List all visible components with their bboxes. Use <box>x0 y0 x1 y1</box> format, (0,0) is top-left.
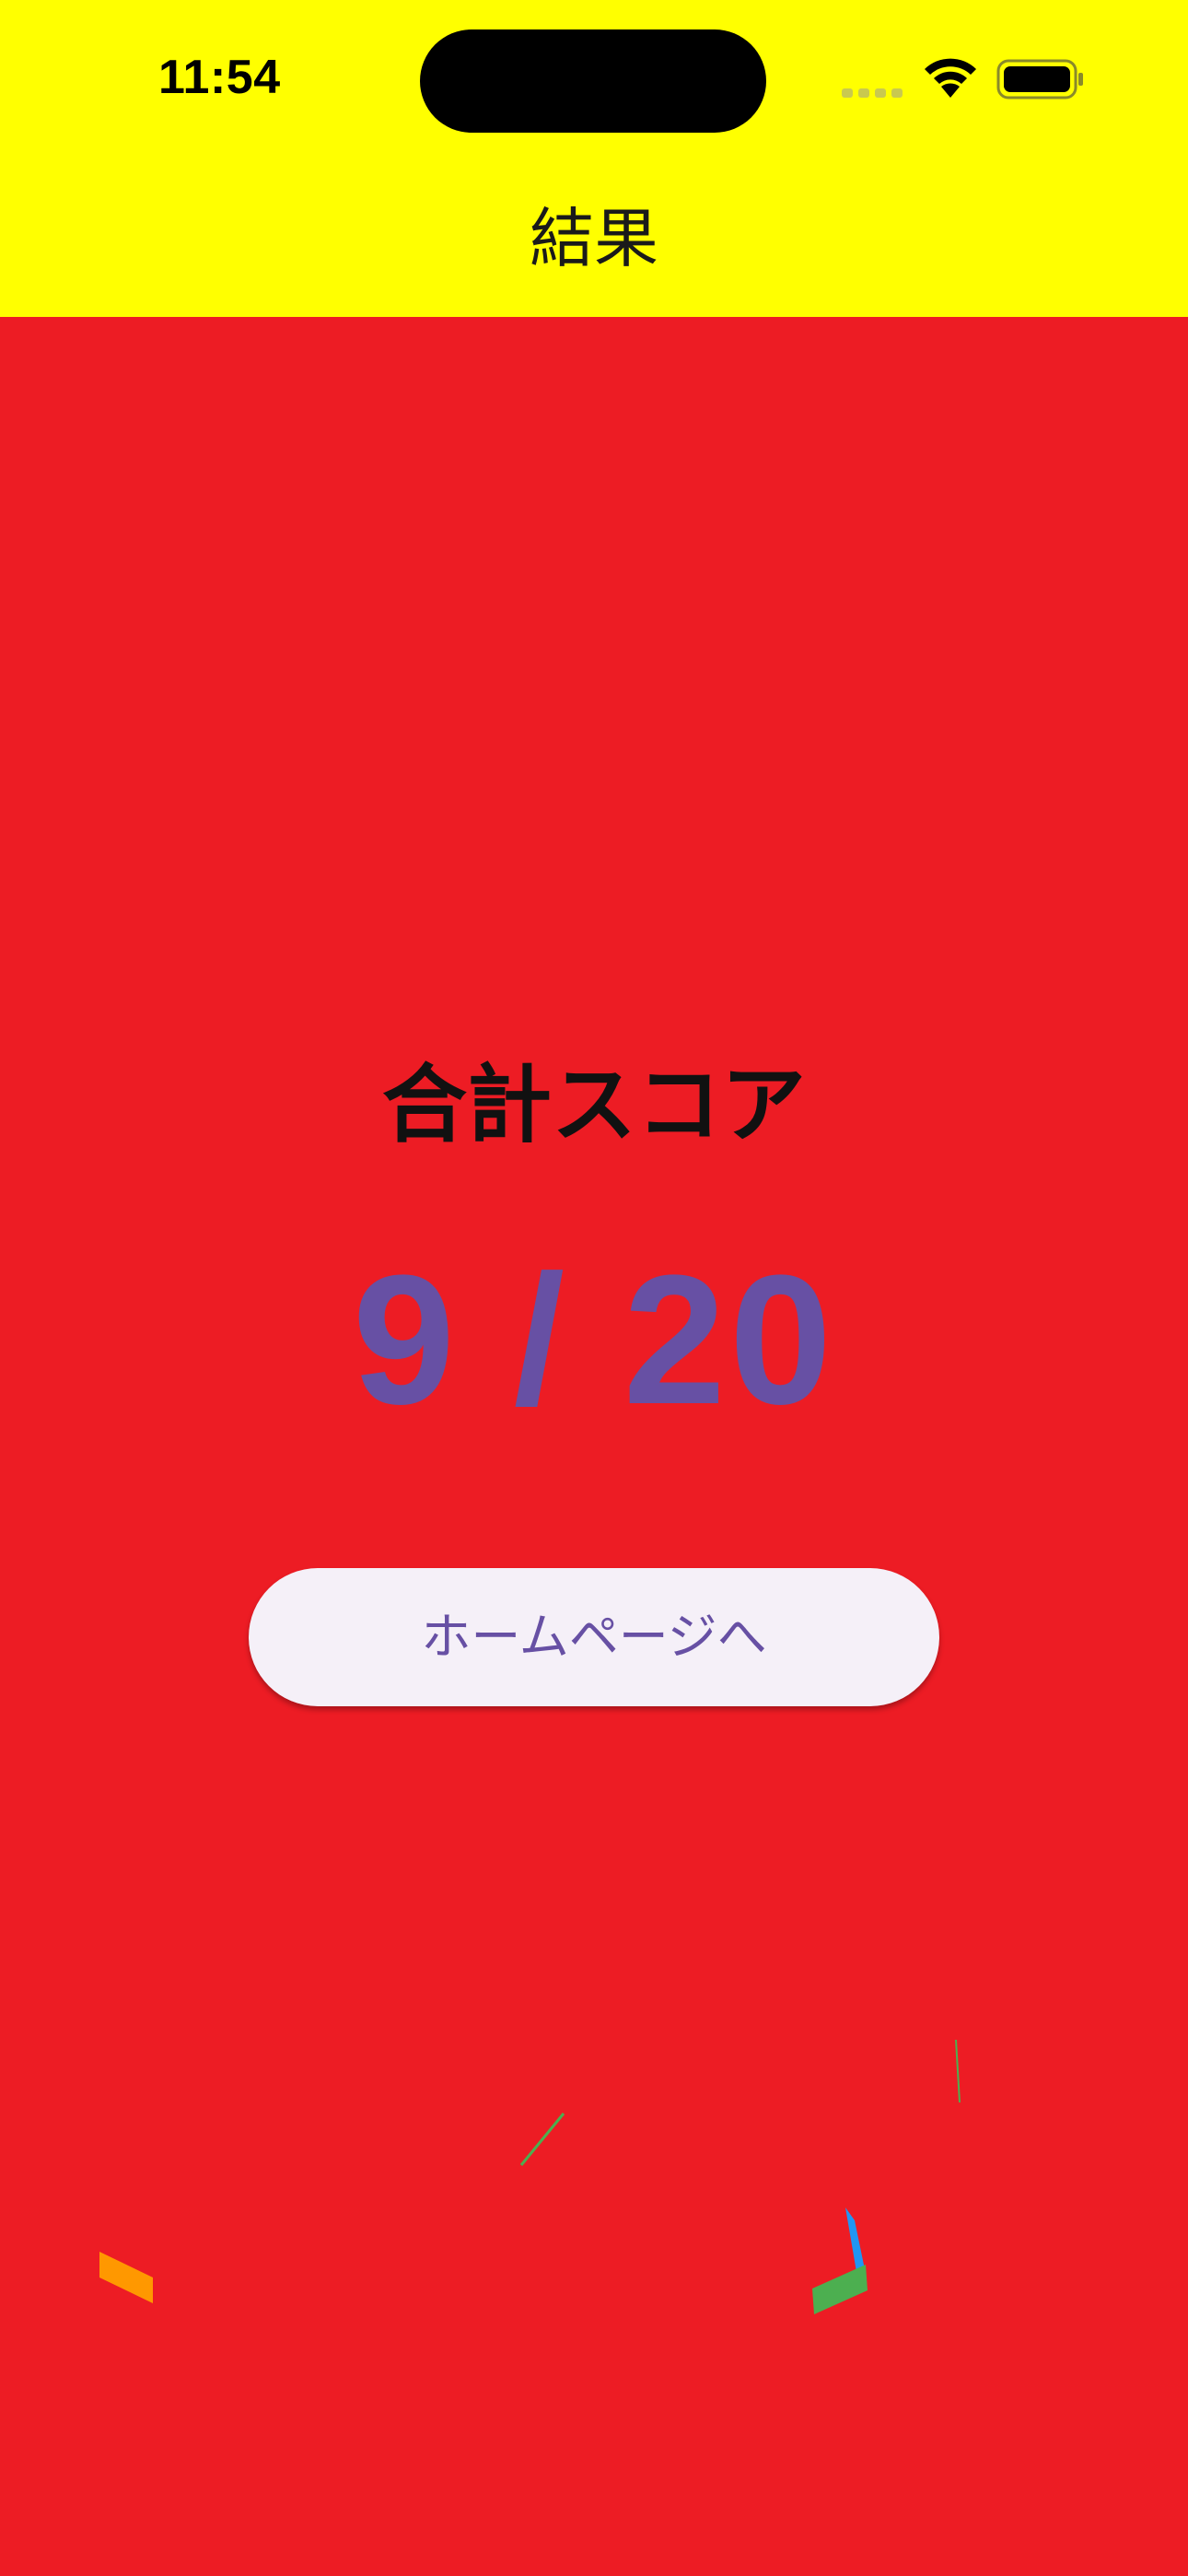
battery-icon <box>996 59 1083 100</box>
total-score-label: 合計スコア <box>381 1056 806 1154</box>
result-content <box>0 317 1188 2576</box>
dynamic-island <box>420 29 766 133</box>
page-title: 結果 <box>530 201 658 276</box>
app-bar: 11:54 結果 <box>0 0 1188 317</box>
home-page-button[interactable]: ホームページへ <box>249 1568 939 1706</box>
score-value: 9 / 20 <box>352 1237 836 1443</box>
cellular-signal-icon <box>842 88 903 98</box>
status-time: 11:54 <box>158 51 281 104</box>
wifi-icon <box>925 58 976 98</box>
